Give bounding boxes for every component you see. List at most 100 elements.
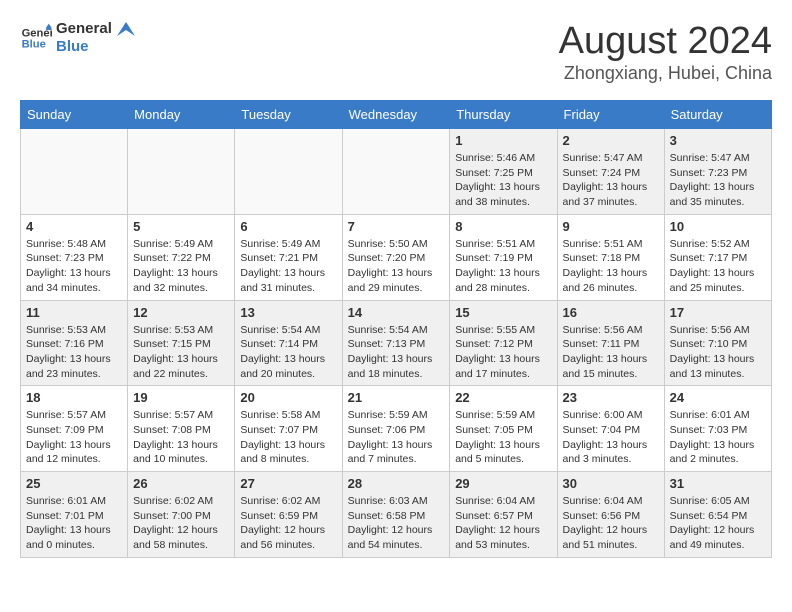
calendar-cell: 14 Sunrise: 5:54 AMSunset: 7:13 PMDayligh… — [342, 300, 450, 386]
day-number: 22 — [455, 390, 551, 405]
calendar-cell: 4Sunrise: 5:48 AMSunset: 7:23 PMDaylight… — [21, 214, 128, 300]
day-info: Sunrise: 5:53 AMSunset: 7:15 PMDaylight:… — [133, 323, 229, 382]
calendar-cell — [128, 129, 235, 215]
day-info: Sunrise: 5:47 AMSunset: 7:23 PMDaylight:… — [670, 151, 766, 210]
day-number: 9 — [563, 219, 659, 234]
calendar-header-row: SundayMondayTuesdayWednesdayThursdayFrid… — [21, 101, 772, 129]
day-info: Sunrise: 6:01 AMSunset: 7:01 PMDaylight:… — [26, 494, 122, 553]
day-info: Sunrise: 5:59 AMSunset: 7:05 PMDaylight:… — [455, 408, 551, 467]
day-number: 19 — [133, 390, 229, 405]
calendar-cell: 23 Sunrise: 6:00 AMSunset: 7:04 PMDayligh… — [557, 386, 664, 472]
calendar-cell: 8 Sunrise: 5:51 AMSunset: 7:19 PMDaylight… — [450, 214, 557, 300]
day-info: Sunrise: 5:59 AMSunset: 7:06 PMDaylight:… — [348, 408, 445, 467]
day-number: 31 — [670, 476, 766, 491]
weekday-header-saturday: Saturday — [664, 101, 771, 129]
day-number: 8 — [455, 219, 551, 234]
day-info: Sunrise: 5:52 AMSunset: 7:17 PMDaylight:… — [670, 237, 766, 296]
day-number: 4 — [26, 219, 122, 234]
logo-bird-icon — [117, 22, 135, 36]
day-number: 15 — [455, 305, 551, 320]
day-number: 13 — [240, 305, 336, 320]
day-number: 2 — [563, 133, 659, 148]
logo-general: General — [56, 20, 135, 38]
calendar-cell: 1Sunrise: 5:46 AMSunset: 7:25 PMDaylight… — [450, 129, 557, 215]
day-number: 18 — [26, 390, 122, 405]
calendar-cell: 7Sunrise: 5:50 AMSunset: 7:20 PMDaylight… — [342, 214, 450, 300]
calendar-cell: 31 Sunrise: 6:05 AMSunset: 6:54 PMDayligh… — [664, 472, 771, 558]
day-number: 3 — [670, 133, 766, 148]
day-info: Sunrise: 5:49 AMSunset: 7:22 PMDaylight:… — [133, 237, 229, 296]
calendar-cell — [21, 129, 128, 215]
day-info: Sunrise: 6:04 AMSunset: 6:56 PMDaylight:… — [563, 494, 659, 553]
day-info: Sunrise: 5:47 AMSunset: 7:24 PMDaylight:… — [563, 151, 659, 210]
calendar-cell: 9 Sunrise: 5:51 AMSunset: 7:18 PMDaylight… — [557, 214, 664, 300]
day-number: 14 — [348, 305, 445, 320]
calendar-cell: 26 Sunrise: 6:02 AMSunset: 7:00 PMDayligh… — [128, 472, 235, 558]
svg-text:Blue: Blue — [22, 39, 46, 51]
week-row-3: 11 Sunrise: 5:53 AMSunset: 7:16 PMDayligh… — [21, 300, 772, 386]
week-row-4: 18 Sunrise: 5:57 AMSunset: 7:09 PMDayligh… — [21, 386, 772, 472]
weekday-header-thursday: Thursday — [450, 101, 557, 129]
weekday-header-monday: Monday — [128, 101, 235, 129]
day-info: Sunrise: 5:57 AMSunset: 7:08 PMDaylight:… — [133, 408, 229, 467]
weekday-header-tuesday: Tuesday — [235, 101, 342, 129]
day-number: 12 — [133, 305, 229, 320]
day-number: 6 — [240, 219, 336, 234]
day-number: 26 — [133, 476, 229, 491]
day-info: Sunrise: 5:51 AMSunset: 7:18 PMDaylight:… — [563, 237, 659, 296]
week-row-5: 25Sunrise: 6:01 AMSunset: 7:01 PMDayligh… — [21, 472, 772, 558]
title-area: August 2024 Zhongxiang, Hubei, China — [559, 20, 772, 84]
calendar-cell: 2 Sunrise: 5:47 AMSunset: 7:24 PMDaylight… — [557, 129, 664, 215]
day-number: 16 — [563, 305, 659, 320]
day-number: 30 — [563, 476, 659, 491]
week-row-2: 4Sunrise: 5:48 AMSunset: 7:23 PMDaylight… — [21, 214, 772, 300]
calendar-cell: 20Sunrise: 5:58 AMSunset: 7:07 PMDayligh… — [235, 386, 342, 472]
day-info: Sunrise: 5:56 AMSunset: 7:11 PMDaylight:… — [563, 323, 659, 382]
calendar-cell: 15Sunrise: 5:55 AMSunset: 7:12 PMDayligh… — [450, 300, 557, 386]
day-info: Sunrise: 6:05 AMSunset: 6:54 PMDaylight:… — [670, 494, 766, 553]
weekday-header-wednesday: Wednesday — [342, 101, 450, 129]
day-number: 11 — [26, 305, 122, 320]
calendar-cell: 16 Sunrise: 5:56 AMSunset: 7:11 PMDayligh… — [557, 300, 664, 386]
day-info: Sunrise: 5:58 AMSunset: 7:07 PMDaylight:… — [240, 408, 336, 467]
day-info: Sunrise: 5:54 AMSunset: 7:13 PMDaylight:… — [348, 323, 445, 382]
calendar-cell: 22 Sunrise: 5:59 AMSunset: 7:05 PMDayligh… — [450, 386, 557, 472]
day-info: Sunrise: 5:51 AMSunset: 7:19 PMDaylight:… — [455, 237, 551, 296]
calendar-cell: 19 Sunrise: 5:57 AMSunset: 7:08 PMDayligh… — [128, 386, 235, 472]
day-number: 24 — [670, 390, 766, 405]
calendar-cell: 21 Sunrise: 5:59 AMSunset: 7:06 PMDayligh… — [342, 386, 450, 472]
weekday-header-friday: Friday — [557, 101, 664, 129]
calendar-cell: 5 Sunrise: 5:49 AMSunset: 7:22 PMDaylight… — [128, 214, 235, 300]
day-info: Sunrise: 6:02 AMSunset: 6:59 PMDaylight:… — [240, 494, 336, 553]
day-number: 5 — [133, 219, 229, 234]
calendar-cell: 28 Sunrise: 6:03 AMSunset: 6:58 PMDayligh… — [342, 472, 450, 558]
day-info: Sunrise: 5:57 AMSunset: 7:09 PMDaylight:… — [26, 408, 122, 467]
day-info: Sunrise: 5:53 AMSunset: 7:16 PMDaylight:… — [26, 323, 122, 382]
calendar-cell: 12 Sunrise: 5:53 AMSunset: 7:15 PMDayligh… — [128, 300, 235, 386]
logo-icon: General Blue — [20, 22, 52, 54]
header: General Blue General Blue August 2024 Zh… — [20, 20, 772, 84]
day-number: 21 — [348, 390, 445, 405]
day-number: 23 — [563, 390, 659, 405]
calendar-cell: 30 Sunrise: 6:04 AMSunset: 6:56 PMDayligh… — [557, 472, 664, 558]
day-info: Sunrise: 6:00 AMSunset: 7:04 PMDaylight:… — [563, 408, 659, 467]
calendar-cell: 18 Sunrise: 5:57 AMSunset: 7:09 PMDayligh… — [21, 386, 128, 472]
day-info: Sunrise: 6:02 AMSunset: 7:00 PMDaylight:… — [133, 494, 229, 553]
logo-blue: Blue — [56, 38, 135, 56]
calendar-cell: 17 Sunrise: 5:56 AMSunset: 7:10 PMDayligh… — [664, 300, 771, 386]
calendar-cell: 11 Sunrise: 5:53 AMSunset: 7:16 PMDayligh… — [21, 300, 128, 386]
day-number: 17 — [670, 305, 766, 320]
calendar-cell: 10Sunrise: 5:52 AMSunset: 7:17 PMDayligh… — [664, 214, 771, 300]
calendar-cell: 27Sunrise: 6:02 AMSunset: 6:59 PMDayligh… — [235, 472, 342, 558]
logo: General Blue General Blue — [20, 20, 135, 56]
day-info: Sunrise: 5:46 AMSunset: 7:25 PMDaylight:… — [455, 151, 551, 210]
day-info: Sunrise: 6:03 AMSunset: 6:58 PMDaylight:… — [348, 494, 445, 553]
day-info: Sunrise: 5:56 AMSunset: 7:10 PMDaylight:… — [670, 323, 766, 382]
calendar-cell — [235, 129, 342, 215]
day-number: 29 — [455, 476, 551, 491]
main-title: August 2024 — [559, 20, 772, 63]
subtitle: Zhongxiang, Hubei, China — [559, 63, 772, 84]
day-info: Sunrise: 5:50 AMSunset: 7:20 PMDaylight:… — [348, 237, 445, 296]
day-info: Sunrise: 6:01 AMSunset: 7:03 PMDaylight:… — [670, 408, 766, 467]
day-number: 28 — [348, 476, 445, 491]
